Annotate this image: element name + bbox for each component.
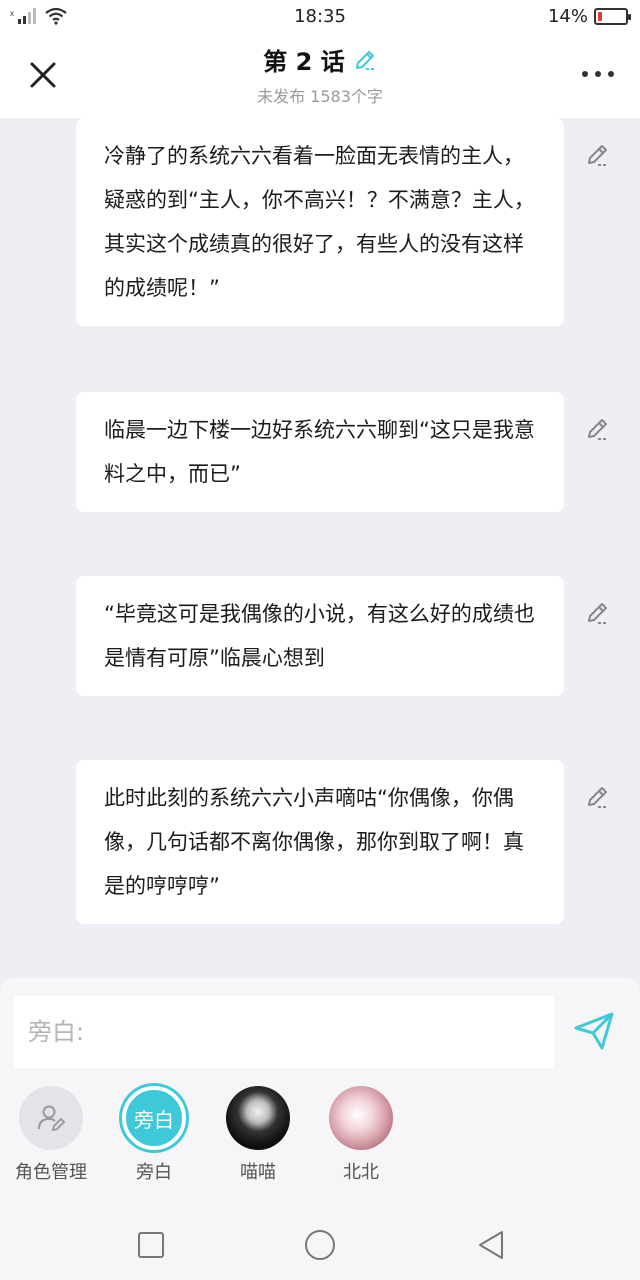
screen: x 18:35 14% 第 2 话 未发布 1583个字 冷静了的系统六六看着一… xyxy=(0,0,640,1280)
role-manage-avatar xyxy=(19,1086,83,1150)
role-manage-icon xyxy=(38,1105,66,1132)
battery-fill xyxy=(598,12,602,21)
home-icon[interactable] xyxy=(303,1228,337,1262)
status-time: 18:35 xyxy=(294,5,346,27)
role-label: 旁白 xyxy=(136,1162,172,1183)
more-dot xyxy=(608,71,614,77)
role-label: 喵喵 xyxy=(240,1162,276,1183)
pencil-icon[interactable] xyxy=(353,48,377,72)
more-dot xyxy=(582,71,588,77)
status-bar: x 18:35 14% xyxy=(0,0,640,32)
role-narrator-avatar: 旁白 xyxy=(122,1086,186,1150)
more-dot xyxy=(595,71,601,77)
nav-bar xyxy=(0,1208,640,1280)
composer-input[interactable] xyxy=(28,1018,554,1046)
edit-message-icon[interactable] xyxy=(584,598,612,626)
send-icon[interactable] xyxy=(572,1008,616,1052)
battery-percent: 14% xyxy=(547,6,588,27)
role-label: 北北 xyxy=(343,1162,379,1183)
message-card[interactable]: 此时此刻的系统六六小声嘀咕“你偶像，你偶像，几句话都不离你偶像，那你到取了啊！真… xyxy=(76,760,564,924)
avatar xyxy=(329,1086,393,1150)
back-icon[interactable] xyxy=(474,1228,508,1262)
title-row: 第 2 话 xyxy=(263,42,376,77)
role-miaomiao[interactable]: 喵喵 xyxy=(213,1086,303,1184)
role-selector: 角色管理 旁白 旁白 喵喵 北北 xyxy=(0,1086,640,1196)
battery-icon xyxy=(594,8,631,25)
edit-message-icon[interactable] xyxy=(584,414,612,442)
page-subtitle: 未发布 1583个字 xyxy=(257,87,383,106)
role-narrator[interactable]: 旁白 旁白 xyxy=(109,1086,199,1184)
role-label: 角色管理 xyxy=(15,1162,87,1183)
role-beibei[interactable]: 北北 xyxy=(316,1086,406,1184)
header: 第 2 话 未发布 1583个字 xyxy=(0,32,640,118)
message-card[interactable]: 临晨一边下楼一边好系统六六聊到“这只是我意料之中，而已” xyxy=(76,392,564,512)
composer-panel: 角色管理 旁白 旁白 喵喵 北北 xyxy=(0,978,640,1208)
message-list[interactable]: 冷静了的系统六六看着一脸面无表情的主人，疑惑的到“主人，你不高兴！？不满意？主人… xyxy=(0,118,640,978)
edit-message-icon[interactable] xyxy=(584,782,612,810)
recent-apps-icon[interactable] xyxy=(134,1228,168,1262)
role-manage[interactable]: 角色管理 xyxy=(6,1086,96,1184)
avatar xyxy=(226,1086,290,1150)
status-right: 14% xyxy=(547,6,631,27)
title-area: 第 2 话 未发布 1583个字 xyxy=(0,42,640,107)
message-card[interactable]: 冷静了的系统六六看着一脸面无表情的主人，疑惑的到“主人，你不高兴！？不满意？主人… xyxy=(76,118,564,326)
edit-message-icon[interactable] xyxy=(584,140,612,168)
more-icon[interactable] xyxy=(582,62,614,86)
composer-input-box[interactable] xyxy=(14,996,554,1068)
message-card[interactable]: “毕竟这可是我偶像的小说，有这么好的成绩也是情有可原”临晨心想到 xyxy=(76,576,564,696)
page-title: 第 2 话 xyxy=(263,48,345,76)
